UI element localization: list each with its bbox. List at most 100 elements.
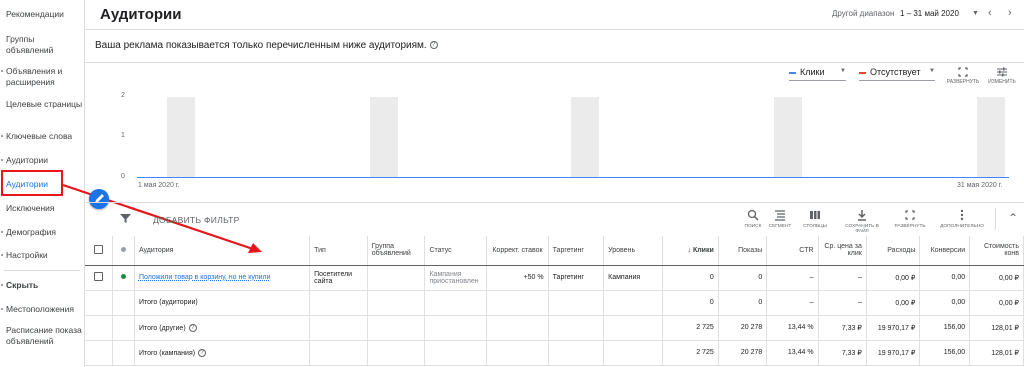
col-header-level[interactable]: Уровень (603, 236, 663, 266)
audience-table: Аудитория Тип Группа объявлений Статус К… (85, 236, 1024, 366)
col-header-status[interactable]: Статус (424, 236, 488, 266)
col-header-type[interactable]: Тип (309, 236, 368, 266)
tool-label: СЕГМЕНТ (768, 224, 792, 229)
more-button[interactable]: ДОПОЛНИТЕЛЬНО (940, 209, 984, 229)
select-all-cell (85, 236, 114, 266)
col-header-bid-adj[interactable]: Коррект. ставок (486, 236, 549, 266)
total-label-cell: Итого (кампания)? (134, 340, 311, 366)
help-icon[interactable]: ? (198, 348, 207, 357)
empty-cell (548, 290, 605, 316)
table-row: Положили товар в корзину, но не купили П… (85, 265, 1024, 291)
conversions-cell: 156,00 (919, 340, 971, 366)
expand-table-button[interactable]: РАЗВЕРНУТЬ (890, 209, 930, 229)
help-icon[interactable]: ? (188, 323, 197, 332)
empty-cell (85, 290, 114, 316)
impressions-cell: 20 278 (718, 315, 768, 341)
empty-cell (367, 290, 426, 316)
total-row-campaign: Итого (кампания)? 2 725 20 278 13,44 % 7… (85, 340, 1024, 366)
empty-cell (85, 340, 114, 366)
empty-cell (603, 315, 663, 341)
bid-adj-cell[interactable]: +50 % (486, 265, 549, 291)
clicks-cell: 2 725 (662, 315, 719, 341)
empty-cell (603, 340, 663, 366)
cost-cell: 0,00 ₽ (866, 290, 921, 316)
empty-cell (486, 340, 549, 366)
col-header-targeting[interactable]: Таргетинг (548, 236, 605, 266)
empty-cell (424, 315, 488, 341)
audience-cell: Положили товар в корзину, но не купили (134, 265, 311, 291)
total-label-cell: Итого (аудитории) (134, 290, 311, 316)
col-header-cost-per-conv[interactable]: Стоимость конв (969, 236, 1024, 266)
empty-cell (309, 315, 368, 341)
col-header-clicks[interactable]: ↓ Клики (662, 236, 719, 266)
empty-cell (367, 315, 426, 341)
download-icon (858, 210, 866, 221)
fullscreen-icon (905, 210, 915, 220)
search-icon (747, 209, 759, 221)
col-header-impressions[interactable]: Показы (718, 236, 768, 266)
col-header-conversions[interactable]: Конверсии (919, 236, 971, 266)
empty-cell (309, 340, 368, 366)
tool-label: ДОПОЛНИТЕЛЬНО (940, 224, 984, 229)
conversions-cell: 0,00 (919, 265, 971, 291)
add-filter-button[interactable]: ДОБАВИТЬ ФИЛЬТР (153, 215, 240, 225)
segment-button[interactable]: СЕГМЕНТ (760, 209, 800, 229)
avg-cpc-cell: 7,33 ₽ (818, 340, 867, 366)
cost-per-conv-cell: 0,00 ₽ (969, 290, 1024, 316)
enabled-dot-icon (121, 274, 127, 279)
collapse-chevron-icon[interactable]: ⌃ (1008, 211, 1018, 225)
cost-per-conv-cell: 128,01 ₽ (969, 315, 1024, 341)
empty-cell (424, 290, 488, 316)
audience-link[interactable]: Положили товар в корзину, но не купили (139, 274, 271, 281)
conversions-cell: 156,00 (919, 315, 971, 341)
filter-icon[interactable] (120, 213, 131, 224)
cost-cell: 19 970,17 ₽ (866, 315, 921, 341)
status-cell: Кампания приостановлен (424, 265, 488, 291)
cost-per-conv-cell: 128,01 ₽ (969, 340, 1024, 366)
type-cell: Посетители сайта (309, 265, 368, 291)
tool-label: СОХРАНИТЬ В ФАЙЛ (845, 224, 879, 234)
status-col-header (112, 236, 135, 266)
ctr-cell: 13,44 % (766, 340, 819, 366)
total-label-cell: Итого (другие)? (134, 315, 311, 341)
segment-icon (775, 210, 785, 221)
row-select-cell (85, 265, 114, 291)
col-header-ctr[interactable]: CTR (766, 236, 819, 266)
impressions-cell: 20 278 (718, 340, 768, 366)
row-checkbox[interactable] (94, 272, 104, 281)
col-header-audience[interactable]: Аудитория (134, 236, 311, 266)
col-header-ad-group[interactable]: Группа объявлений (367, 236, 426, 266)
table-header-row: Аудитория Тип Группа объявлений Статус К… (85, 236, 1024, 266)
cost-per-conv-cell: 0,00 ₽ (969, 265, 1024, 291)
impressions-cell: 0 (718, 290, 768, 316)
columns-icon (810, 211, 820, 219)
status-dot-icon (121, 246, 127, 252)
col-header-cost[interactable]: Расходы (866, 236, 921, 266)
empty-cell (603, 290, 663, 316)
total-row-other: Итого (другие)? 2 725 20 278 13,44 % 7,3… (85, 315, 1024, 341)
col-header-label: Клики (692, 246, 714, 254)
avg-cpc-cell: 7,33 ₽ (818, 315, 867, 341)
cost-cell: 19 970,17 ₽ (866, 340, 921, 366)
empty-cell (424, 340, 488, 366)
empty-cell (112, 315, 135, 341)
impressions-cell: 0 (718, 265, 768, 291)
empty-cell (85, 315, 114, 341)
ctr-cell: – (766, 265, 819, 291)
empty-cell (548, 315, 605, 341)
empty-cell (548, 340, 605, 366)
total-label: Итого (другие) (138, 324, 186, 332)
columns-button[interactable]: СТОЛБЦЫ (795, 209, 835, 229)
empty-cell (486, 290, 549, 316)
avg-cpc-cell: – (818, 290, 867, 316)
clicks-cell: 0 (662, 265, 719, 291)
clicks-cell: 0 (662, 290, 719, 316)
select-all-checkbox[interactable] (94, 244, 104, 254)
tool-label: РАЗВЕРНУТЬ (894, 224, 926, 229)
empty-cell (112, 340, 135, 366)
col-header-avg-cpc[interactable]: Ср. цена за клик (818, 236, 867, 266)
ctr-cell: – (766, 290, 819, 316)
total-row-audiences: Итого (аудитории) 0 0 – – 0,00 ₽ 0,00 0,… (85, 290, 1024, 316)
clicks-cell: 2 725 (662, 340, 719, 366)
download-button[interactable]: СОХРАНИТЬ В ФАЙЛ (838, 209, 886, 234)
